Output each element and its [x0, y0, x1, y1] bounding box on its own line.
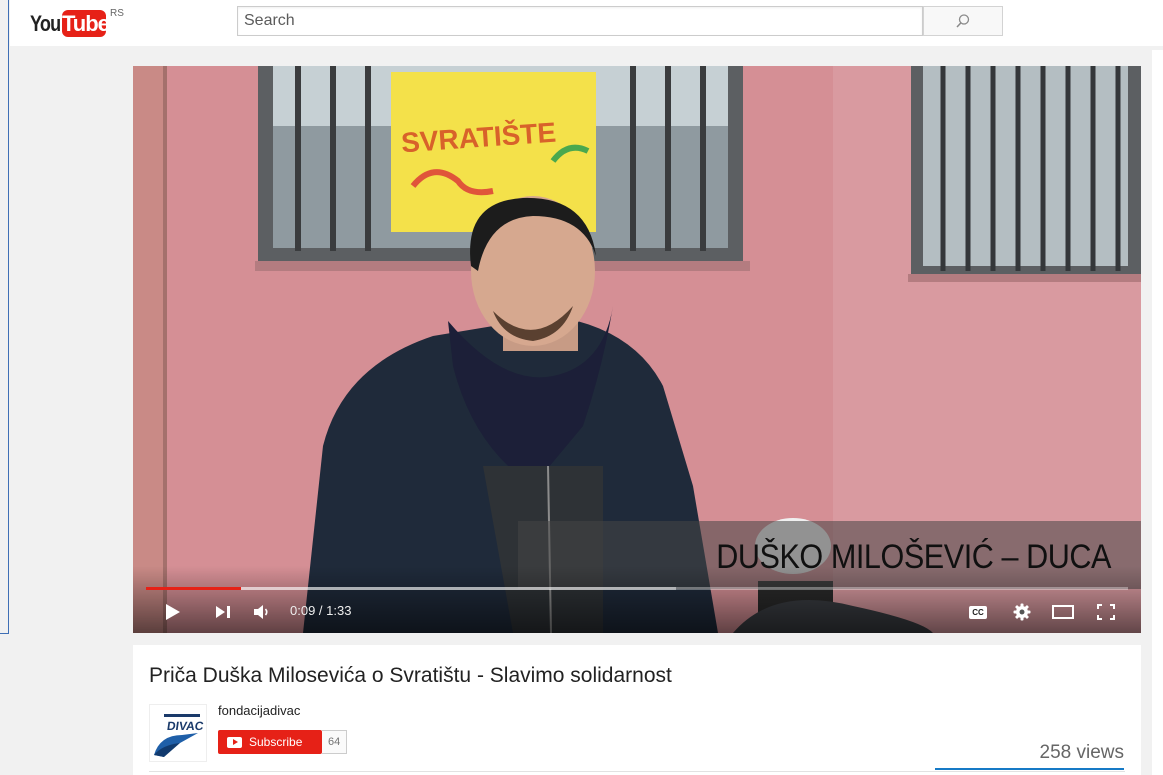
country-code: RS: [110, 8, 124, 19]
subscribe-button[interactable]: Subscribe: [218, 730, 322, 754]
likes-sentiment-bar: [935, 768, 1124, 770]
play-button[interactable]: [163, 600, 183, 624]
search-button[interactable]: [923, 6, 1003, 36]
video-title: Priča Duška Milosevića o Svratištu - Sla…: [149, 664, 672, 687]
settings-button[interactable]: [1011, 600, 1033, 624]
sidebar-edge: [1152, 50, 1163, 775]
controls-bar: [133, 566, 1141, 633]
settings-icon: [1013, 603, 1031, 621]
video-player[interactable]: SVRATIŠTE DUŠKO MILOŠEVIĆ – DUCA 0:09 / …: [133, 66, 1141, 633]
video-info-panel: Priča Duška Milosevića o Svratištu - Sla…: [133, 645, 1141, 775]
next-icon: [216, 606, 230, 618]
divider: [149, 771, 1125, 772]
time-display: 0:09 / 1:33: [290, 603, 352, 618]
progress-bar[interactable]: [146, 587, 1128, 590]
next-button[interactable]: [213, 600, 233, 624]
window-border-corner: [0, 633, 9, 634]
theater-mode-button[interactable]: [1051, 600, 1075, 624]
search-icon: [956, 14, 970, 28]
channel-avatar[interactable]: DIVAC: [149, 704, 207, 762]
masthead: You Tube RS: [10, 0, 1163, 46]
volume-icon: [254, 605, 268, 619]
subscriber-count: 64: [322, 730, 348, 754]
play-icon: [166, 604, 180, 620]
progress-fill: [146, 587, 242, 590]
captions-button[interactable]: CC: [967, 600, 989, 624]
channel-name-link[interactable]: fondacijadivac: [218, 703, 300, 718]
search-input[interactable]: [237, 6, 923, 36]
fullscreen-button[interactable]: [1095, 600, 1117, 624]
channel-logo-text: DIVAC: [166, 719, 205, 733]
logo-you-text: You: [30, 11, 61, 36]
channel-logo: DIVAC: [150, 705, 206, 761]
view-count: 258 views: [1039, 742, 1125, 763]
volume-button[interactable]: [251, 600, 273, 624]
window-border: [8, 0, 9, 634]
logo-tube-text: Tube: [62, 10, 110, 37]
subscribe-label: Subscribe: [249, 735, 303, 749]
captions-icon: CC: [969, 605, 987, 619]
youtube-play-icon: [227, 736, 242, 748]
theater-mode-icon: [1052, 605, 1074, 619]
fullscreen-icon: [1097, 604, 1115, 620]
